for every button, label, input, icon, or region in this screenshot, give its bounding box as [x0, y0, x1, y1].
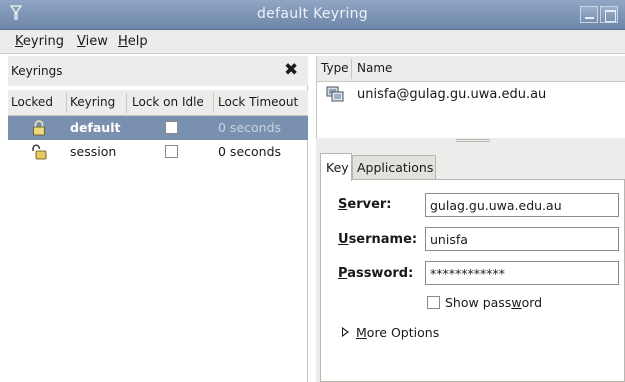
menubar: Keyring View Help [0, 30, 625, 54]
password-label: Password: [338, 266, 414, 281]
locked-padlock-icon [32, 120, 46, 136]
column-name[interactable]: Name [357, 61, 392, 75]
item-name: unisfa@gulag.gu.uwa.edu.au [357, 87, 547, 102]
username-label: Username: [338, 232, 418, 247]
lock-timeout-value: 0 seconds [218, 120, 282, 135]
keyring-row-session[interactable]: session 0 seconds [8, 140, 308, 164]
lock-on-idle-checkbox[interactable] [165, 121, 178, 134]
window-title: default Keyring [257, 6, 368, 22]
keyring-name: session [70, 144, 117, 159]
lock-timeout-value: 0 seconds [218, 144, 282, 159]
username-field[interactable] [425, 227, 619, 251]
menu-help[interactable]: Help [118, 34, 148, 49]
column-lock-timeout[interactable]: Lock Timeout [218, 95, 298, 109]
column-separator [126, 93, 127, 113]
keyrings-pane: Keyrings ✖ Locked Keyring Lock on Idle L… [8, 56, 308, 382]
tab-key[interactable]: Key [320, 153, 352, 181]
unlocked-padlock-icon [32, 144, 47, 160]
column-locked[interactable]: Locked [11, 95, 53, 109]
keyring-items-pane: Type Name unisfa@gulag.gu.uwa.edu.au Key… [316, 56, 625, 382]
keyrings-pane-header: Keyrings ✖ [8, 56, 308, 86]
show-password-label: Show password [445, 295, 543, 310]
keyring-name: default [70, 120, 121, 135]
keyrings-pane-title: Keyrings [11, 64, 63, 78]
keyrings-column-header: Locked Keyring Lock on Idle Lock Timeout [8, 90, 308, 116]
server-field[interactable] [425, 193, 619, 217]
show-password-checkbox[interactable] [427, 296, 440, 309]
column-separator [351, 59, 352, 79]
expander-arrow-icon [342, 327, 349, 337]
close-icon[interactable]: ✖ [284, 60, 298, 80]
server-label: Server: [338, 197, 392, 212]
items-list: Type Name unisfa@gulag.gu.uwa.edu.au [316, 56, 625, 138]
column-lock-on-idle[interactable]: Lock on Idle [132, 95, 204, 109]
column-type[interactable]: Type [321, 61, 349, 75]
password-field[interactable] [425, 261, 619, 285]
network-password-icon [326, 86, 344, 102]
window-titlebar[interactable]: default Keyring [0, 0, 625, 30]
more-options-label: More Options [356, 325, 440, 340]
column-keyring[interactable]: Keyring [70, 95, 115, 109]
menu-keyring[interactable]: Keyring [15, 34, 64, 49]
items-column-header: Type Name [317, 56, 625, 82]
keyring-row-default[interactable]: default 0 seconds [8, 116, 308, 140]
maximize-button[interactable] [600, 6, 618, 23]
column-separator [66, 93, 67, 113]
list-item[interactable]: unisfa@gulag.gu.uwa.edu.au [317, 84, 625, 106]
pane-splitter-handle[interactable] [456, 139, 490, 142]
key-tab-panel: Server: Username: Password: Show passwor… [320, 179, 625, 382]
tab-applications[interactable]: Applications [352, 155, 436, 179]
column-separator [213, 93, 214, 113]
minimize-button[interactable] [580, 6, 598, 23]
menu-view[interactable]: View [77, 34, 108, 49]
lock-on-idle-checkbox[interactable] [165, 145, 178, 158]
